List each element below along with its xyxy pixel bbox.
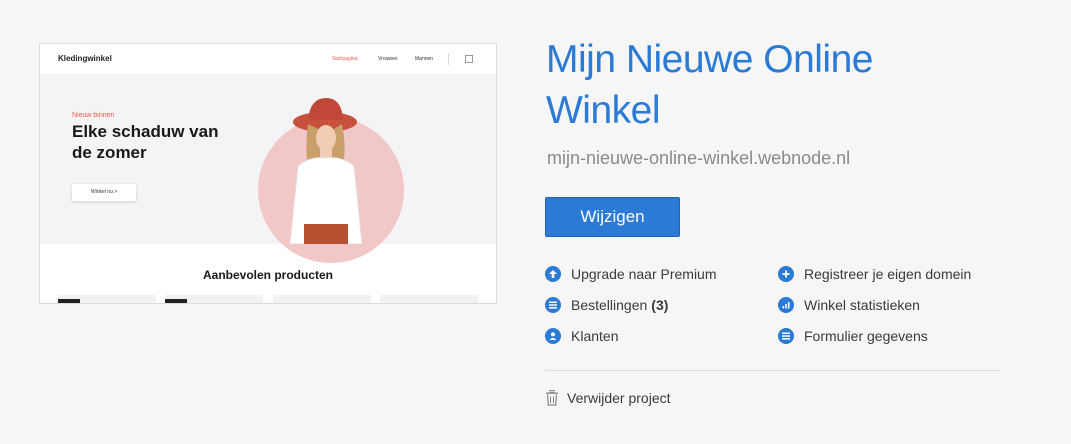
list-icon [545, 297, 561, 313]
preview-product-card [380, 295, 478, 303]
upgrade-premium-link[interactable]: Upgrade naar Premium [545, 264, 717, 284]
delete-project-label: Verwijder project [567, 390, 671, 406]
preview-logo: Kledingwinkel [58, 54, 112, 63]
list-icon [778, 328, 794, 344]
arrow-up-icon [545, 266, 561, 282]
upgrade-premium-label: Upgrade naar Premium [571, 266, 717, 282]
shop-statistics-link[interactable]: Winkel statistieken [778, 295, 920, 315]
shop-statistics-label: Winkel statistieken [804, 297, 920, 313]
preview-menu-divider [448, 53, 449, 65]
form-data-link[interactable]: Formulier gegevens [778, 326, 928, 346]
project-url[interactable]: mijn-nieuwe-online-winkel.webnode.nl [547, 148, 850, 169]
divider [545, 370, 1000, 371]
bar-chart-icon [778, 297, 794, 313]
orders-count: (3) [651, 297, 669, 313]
customers-label: Klanten [571, 328, 619, 344]
delete-project-link[interactable]: Verwijder project [545, 388, 671, 408]
form-data-label: Formulier gegevens [804, 328, 928, 344]
register-domain-label: Registreer je eigen domein [804, 266, 972, 282]
preview-product-card [273, 295, 371, 303]
preview-menu-item-women: Vrouwen [378, 56, 398, 62]
user-icon [545, 328, 561, 344]
register-domain-link[interactable]: Registreer je eigen domein [778, 264, 971, 284]
trash-icon [546, 390, 558, 406]
preview-hero-title: Elke schaduw van de zomer [72, 122, 219, 162]
project-title: Mijn Nieuwe Online Winkel [546, 38, 873, 132]
cart-icon [465, 55, 473, 63]
preview-section-title: Aanbevolen producten [202, 268, 333, 282]
preview-menu-item-men: Mannen [415, 56, 434, 62]
preview-navbar: Kledingwinkel Startpagina Vrouwen Mannen [40, 44, 496, 74]
preview-menu-item-home: Startpagina [332, 56, 358, 62]
preview-hero-button: Winkel nu > [72, 184, 136, 201]
customers-link[interactable]: Klanten [545, 326, 618, 346]
preview-hero: Nieuw binnen Elke schaduw van de zomer W… [40, 74, 496, 263]
model-photo [289, 98, 363, 244]
orders-link[interactable]: Bestellingen (3) [545, 295, 668, 315]
edit-button[interactable]: Wijzigen [545, 197, 680, 237]
website-preview-thumbnail[interactable]: Kledingwinkel Startpagina Vrouwen Mannen… [39, 43, 497, 304]
preview-product-image [58, 299, 80, 303]
orders-label: Bestellingen [571, 297, 648, 313]
plus-icon [778, 266, 794, 282]
preview-product-image [165, 299, 187, 303]
preview-hero-eyebrow: Nieuw binnen [72, 112, 115, 119]
